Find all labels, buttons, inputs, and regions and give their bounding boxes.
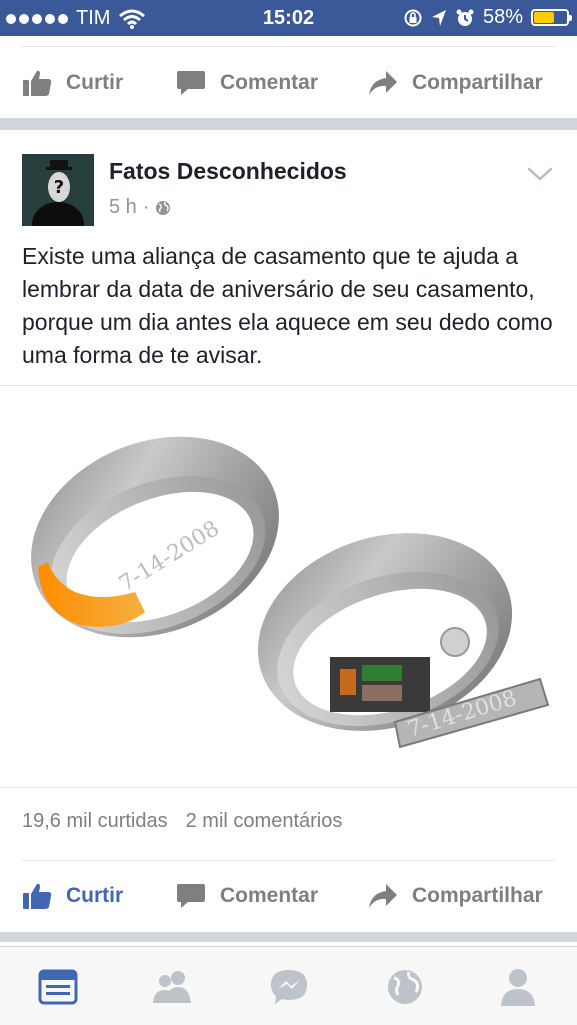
- share-label: Compartilhar: [412, 71, 543, 94]
- like-button[interactable]: Curtir: [22, 866, 123, 926]
- likes-count[interactable]: 19,6 mil curtidas: [22, 810, 168, 833]
- battery-fill: [534, 12, 554, 23]
- news-feed-tab[interactable]: [36, 965, 80, 1009]
- news-feed-icon: [38, 969, 78, 1005]
- feed-separator: [0, 932, 577, 942]
- page-name[interactable]: Fatos Desconhecidos: [109, 158, 347, 185]
- meta-separator: ·: [142, 196, 150, 218]
- messenger-icon: [271, 970, 307, 1004]
- globe-icon: [156, 200, 171, 215]
- location-arrow-icon: [431, 9, 446, 26]
- comment-label: Comentar: [220, 71, 319, 94]
- comment-button[interactable]: Comentar: [176, 866, 318, 926]
- friends-tab[interactable]: [150, 965, 194, 1009]
- battery-icon: [531, 9, 572, 26]
- divider: [0, 787, 577, 788]
- share-label: Compartilhar: [412, 884, 543, 907]
- like-label: Curtir: [66, 884, 124, 907]
- like-button[interactable]: Curtir: [22, 53, 123, 113]
- previous-post-actions: Curtir Comentar Compartilhar: [0, 53, 577, 113]
- comment-icon: [177, 71, 205, 95]
- post-meta: 5 h ·: [109, 196, 171, 219]
- post-actions: Curtir Comentar Compartilhar: [0, 866, 577, 926]
- globe-icon: [388, 970, 422, 1004]
- comment-icon: [177, 884, 205, 908]
- comment-button[interactable]: Comentar: [176, 53, 318, 113]
- status-bar-right: 58%: [403, 6, 572, 29]
- alarm-icon: [456, 9, 474, 26]
- divider: [0, 385, 577, 386]
- messenger-tab[interactable]: [267, 965, 311, 1009]
- profile-icon: [501, 969, 535, 1006]
- status-bar: TIM 15:02 58%: [0, 0, 577, 36]
- globe-tab[interactable]: [383, 965, 427, 1009]
- bottom-tab-bar: [0, 946, 577, 1025]
- like-label: Curtir: [66, 71, 124, 94]
- post-photo[interactable]: 7-14-2008 7-14-2008: [0, 387, 577, 787]
- avatar-image: ?: [22, 154, 94, 226]
- divider: [22, 860, 555, 861]
- share-button[interactable]: Compartilhar: [368, 53, 543, 113]
- share-button[interactable]: Compartilhar: [368, 866, 543, 926]
- thumbs-up-icon: [23, 883, 52, 909]
- feed-separator: [0, 118, 577, 130]
- chevron-down-icon[interactable]: [527, 166, 553, 182]
- share-arrow-icon: [369, 71, 397, 95]
- comment-label: Comentar: [220, 884, 319, 907]
- post-text: Existe uma aliança de casamento que te a…: [22, 243, 553, 368]
- profile-tab[interactable]: [496, 965, 540, 1009]
- comments-count[interactable]: 2 mil comentários: [186, 810, 343, 833]
- thumbs-up-icon: [23, 70, 52, 96]
- divider: [22, 46, 555, 47]
- page-avatar[interactable]: ?: [22, 154, 94, 226]
- svg-text:?: ?: [54, 177, 64, 198]
- share-arrow-icon: [369, 884, 397, 908]
- friends-icon: [153, 971, 191, 1003]
- battery-percent: 58%: [482, 6, 523, 28]
- post-stats: 19,6 mil curtidas 2 mil comentários: [22, 810, 342, 833]
- post-time[interactable]: 5 h: [109, 196, 137, 219]
- orientation-lock-icon: [404, 9, 422, 26]
- wedding-rings-image: 7-14-2008 7-14-2008: [31, 436, 550, 749]
